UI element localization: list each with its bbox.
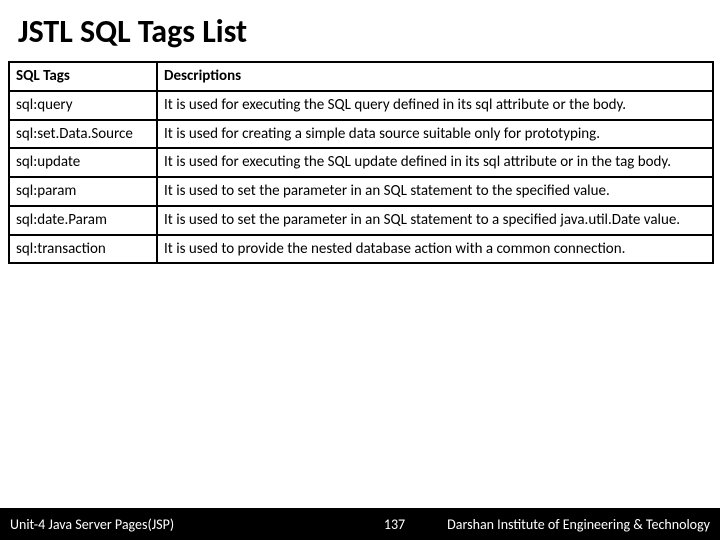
tag-cell: sql:query	[9, 91, 157, 120]
desc-cell: It is used for executing the SQL query d…	[157, 91, 713, 120]
sql-tags-table: SQL Tags Descriptions sql:query It is us…	[8, 61, 714, 264]
table-row: sql:set.Data.Source It is used for creat…	[9, 120, 713, 149]
col-header-desc: Descriptions	[157, 62, 713, 91]
desc-cell: It is used to set the parameter in an SQ…	[157, 177, 713, 206]
footer-unit: Unit-4 Java Server Pages(JSP)	[0, 516, 174, 533]
table-row: sql:query It is used for executing the S…	[9, 91, 713, 120]
table-row: sql:date.Param It is used to set the par…	[9, 206, 713, 235]
table-header-row: SQL Tags Descriptions	[9, 62, 713, 91]
desc-cell: It is used for executing the SQL update …	[157, 148, 713, 177]
footer-institute: Darshan Institute of Engineering & Techn…	[447, 516, 720, 533]
tag-cell: sql:transaction	[9, 235, 157, 264]
table-row: sql:update It is used for executing the …	[9, 148, 713, 177]
slide-title: JSTL SQL Tags List	[0, 0, 720, 61]
desc-cell: It is used for creating a simple data so…	[157, 120, 713, 149]
table-row: sql:param It is used to set the paramete…	[9, 177, 713, 206]
tag-cell: sql:set.Data.Source	[9, 120, 157, 149]
table-row: sql:transaction It is used to provide th…	[9, 235, 713, 264]
slide-footer: Unit-4 Java Server Pages(JSP) 137 Darsha…	[0, 508, 720, 540]
desc-cell: It is used to provide the nested databas…	[157, 235, 713, 264]
footer-page-number: 137	[372, 516, 417, 533]
tag-cell: sql:date.Param	[9, 206, 157, 235]
desc-cell: It is used to set the parameter in an SQ…	[157, 206, 713, 235]
tag-cell: sql:update	[9, 148, 157, 177]
tag-cell: sql:param	[9, 177, 157, 206]
col-header-tags: SQL Tags	[9, 62, 157, 91]
